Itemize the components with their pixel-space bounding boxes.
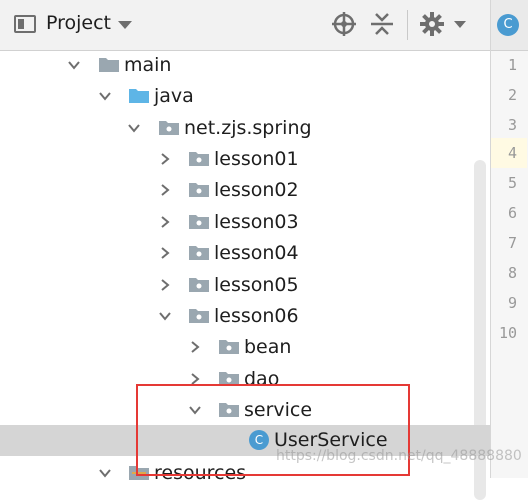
tree-item-java[interactable]: java bbox=[0, 81, 490, 112]
package-icon bbox=[189, 152, 209, 166]
line-number: 1 bbox=[507, 56, 517, 74]
chevron-right-icon[interactable] bbox=[158, 246, 172, 260]
package-icon bbox=[189, 278, 209, 292]
chevron-down-icon[interactable] bbox=[67, 58, 81, 72]
chevron-right-icon[interactable] bbox=[188, 340, 202, 354]
tree-item-main[interactable]: main bbox=[0, 50, 490, 81]
chevron-right-icon[interactable] bbox=[158, 152, 172, 166]
tree-item-dao[interactable]: dao bbox=[0, 364, 490, 395]
editor-tab[interactable]: C bbox=[491, 0, 528, 51]
collapse-all-icon[interactable] bbox=[368, 10, 396, 38]
package-icon bbox=[219, 403, 239, 417]
line-number: 9 bbox=[507, 294, 517, 312]
tree-item-label: dao bbox=[244, 368, 280, 390]
tree-item-lesson01[interactable]: lesson01 bbox=[0, 144, 490, 175]
chevron-down-icon[interactable] bbox=[127, 121, 141, 135]
chevron-down-icon[interactable] bbox=[188, 403, 202, 417]
package-icon bbox=[189, 183, 209, 197]
gear-icon[interactable] bbox=[418, 10, 446, 38]
settings-dropdown-icon[interactable] bbox=[454, 21, 466, 28]
project-view-title[interactable]: Project bbox=[46, 12, 111, 34]
line-number: 2 bbox=[507, 86, 517, 104]
tree-item-bean[interactable]: bean bbox=[0, 332, 490, 363]
folder-icon bbox=[99, 58, 119, 72]
tree-item-label: lesson04 bbox=[214, 242, 299, 264]
dropdown-icon[interactable] bbox=[118, 21, 132, 29]
package-icon bbox=[189, 246, 209, 260]
class-icon: C bbox=[249, 430, 269, 450]
tree-item-label: resources bbox=[154, 462, 247, 484]
tree-item-lesson06[interactable]: lesson06 bbox=[0, 301, 490, 332]
tree-item-lesson05[interactable]: lesson05 bbox=[0, 270, 490, 301]
line-number: 6 bbox=[507, 204, 517, 222]
line-number: 8 bbox=[507, 264, 517, 282]
tree-item-lesson03[interactable]: lesson03 bbox=[0, 207, 490, 238]
toolbar-separator bbox=[407, 10, 408, 40]
package-icon bbox=[189, 309, 209, 323]
line-number: 7 bbox=[507, 234, 517, 252]
tree-item-label: lesson03 bbox=[214, 211, 299, 233]
package-icon bbox=[159, 121, 179, 135]
chevron-down-icon[interactable] bbox=[98, 89, 112, 103]
tree-item-label: java bbox=[154, 85, 194, 107]
resources-folder-icon bbox=[129, 466, 149, 480]
line-number-current: 4 bbox=[491, 138, 527, 168]
package-icon bbox=[219, 372, 239, 386]
tree-item-label: lesson05 bbox=[214, 274, 299, 296]
watermark: https://blog.csdn.net/qq_48888880 bbox=[276, 448, 522, 464]
chevron-right-icon[interactable] bbox=[158, 215, 172, 229]
project-tree: main java net.zjs.spring lesson01 lesson… bbox=[0, 50, 490, 500]
line-number: 5 bbox=[507, 174, 517, 192]
crosshair-icon[interactable] bbox=[330, 10, 358, 38]
chevron-right-icon[interactable] bbox=[188, 372, 202, 386]
class-icon: C bbox=[497, 14, 519, 36]
chevron-down-icon[interactable] bbox=[158, 309, 172, 323]
package-icon bbox=[189, 215, 209, 229]
tree-item-label: bean bbox=[244, 336, 292, 358]
line-number: 10 bbox=[498, 324, 517, 342]
tree-item-label: lesson02 bbox=[214, 179, 299, 201]
chevron-right-icon[interactable] bbox=[158, 183, 172, 197]
tree-item-lesson04[interactable]: lesson04 bbox=[0, 238, 490, 269]
tree-item-label: lesson01 bbox=[214, 148, 299, 170]
project-view-icon[interactable] bbox=[14, 15, 36, 33]
line-number: 3 bbox=[507, 116, 517, 134]
project-toolbar: Project bbox=[0, 0, 490, 51]
source-folder-icon bbox=[129, 89, 149, 103]
package-icon bbox=[219, 340, 239, 354]
tree-item-label: main bbox=[124, 54, 172, 76]
tree-item-net-zjs-spring[interactable]: net.zjs.spring bbox=[0, 113, 490, 144]
tree-item-label: service bbox=[244, 399, 313, 421]
chevron-right-icon[interactable] bbox=[158, 278, 172, 292]
tree-item-lesson02[interactable]: lesson02 bbox=[0, 175, 490, 206]
editor-gutter: C 1 2 3 4 5 6 7 8 9 10 bbox=[490, 0, 528, 478]
tree-item-service[interactable]: service bbox=[0, 395, 490, 426]
tree-item-label: net.zjs.spring bbox=[184, 117, 312, 139]
tree-item-label: lesson06 bbox=[214, 305, 299, 327]
